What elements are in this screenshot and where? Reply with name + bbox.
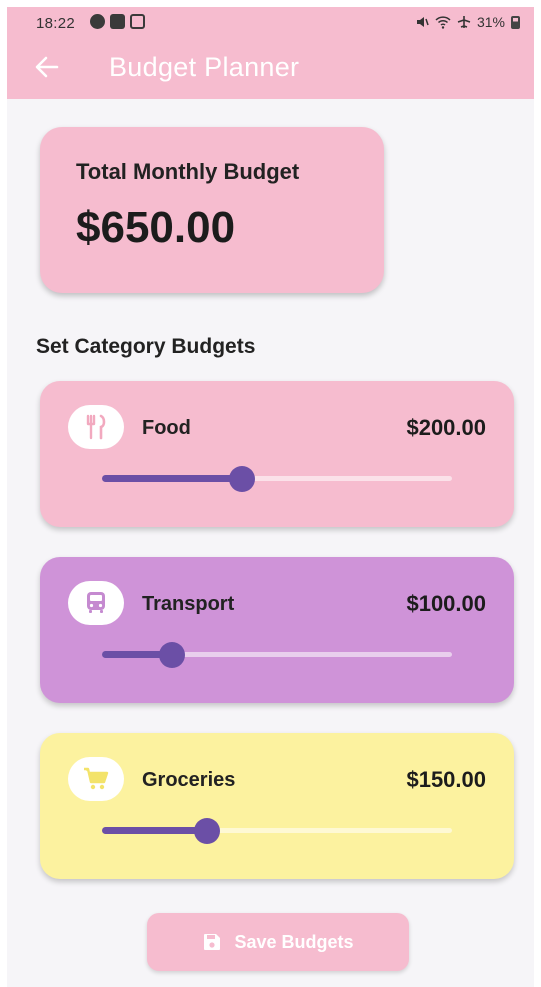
wifi-icon (435, 16, 451, 29)
slider-thumb[interactable] (229, 466, 255, 492)
status-right: 31% (415, 14, 520, 30)
category-amount: $100.00 (406, 591, 486, 616)
app-bar: 18:22 31% Budget Planner (7, 7, 534, 99)
slider-thumb[interactable] (159, 642, 185, 668)
section-title: Set Category Budgets (36, 335, 256, 358)
category-name: Transport (142, 593, 235, 615)
mute-icon (416, 17, 429, 27)
category-name: Food (142, 417, 191, 439)
budget-slider[interactable] (102, 463, 452, 493)
bus-icon (68, 581, 124, 625)
battery-percent: 31% (476, 14, 505, 30)
total-budget-label: Total Monthly Budget (76, 159, 300, 184)
save-budgets-button[interactable]: Save Budgets (147, 913, 409, 971)
category-amount: $200.00 (406, 415, 486, 440)
category-name: Groceries (142, 769, 236, 791)
status-time: 18:22 (36, 15, 76, 32)
card-notification-icon (130, 14, 145, 29)
category-card-transport: Transport $100.00 (40, 557, 514, 703)
app-notification-icon (90, 14, 105, 29)
slider-fill (102, 827, 207, 834)
status-bar: 18:22 31% (7, 7, 534, 39)
battery-icon (511, 15, 520, 29)
image-notification-icon (110, 14, 125, 29)
airplane-icon (457, 16, 471, 28)
budget-slider[interactable] (102, 815, 452, 845)
budget-slider[interactable] (102, 639, 452, 669)
screen: 18:22 31% Budget Planner Total Monthly B… (7, 7, 534, 987)
total-budget-amount: $650.00 (76, 203, 236, 252)
cart-icon (68, 757, 124, 801)
slider-thumb[interactable] (194, 818, 220, 844)
category-amount: $150.00 (406, 767, 486, 792)
save-budgets-label: Save Budgets (234, 931, 354, 952)
arrow-left-icon[interactable] (33, 53, 61, 81)
slider-fill (102, 475, 242, 482)
category-card-food: Food $200.00 (40, 381, 514, 527)
save-icon (204, 934, 221, 950)
restaurant-icon (68, 405, 124, 449)
notification-icons (90, 14, 145, 29)
category-card-groceries: Groceries $150.00 (40, 733, 514, 879)
page-title: Budget Planner (109, 52, 300, 82)
total-budget-card: Total Monthly Budget $650.00 (40, 127, 384, 293)
